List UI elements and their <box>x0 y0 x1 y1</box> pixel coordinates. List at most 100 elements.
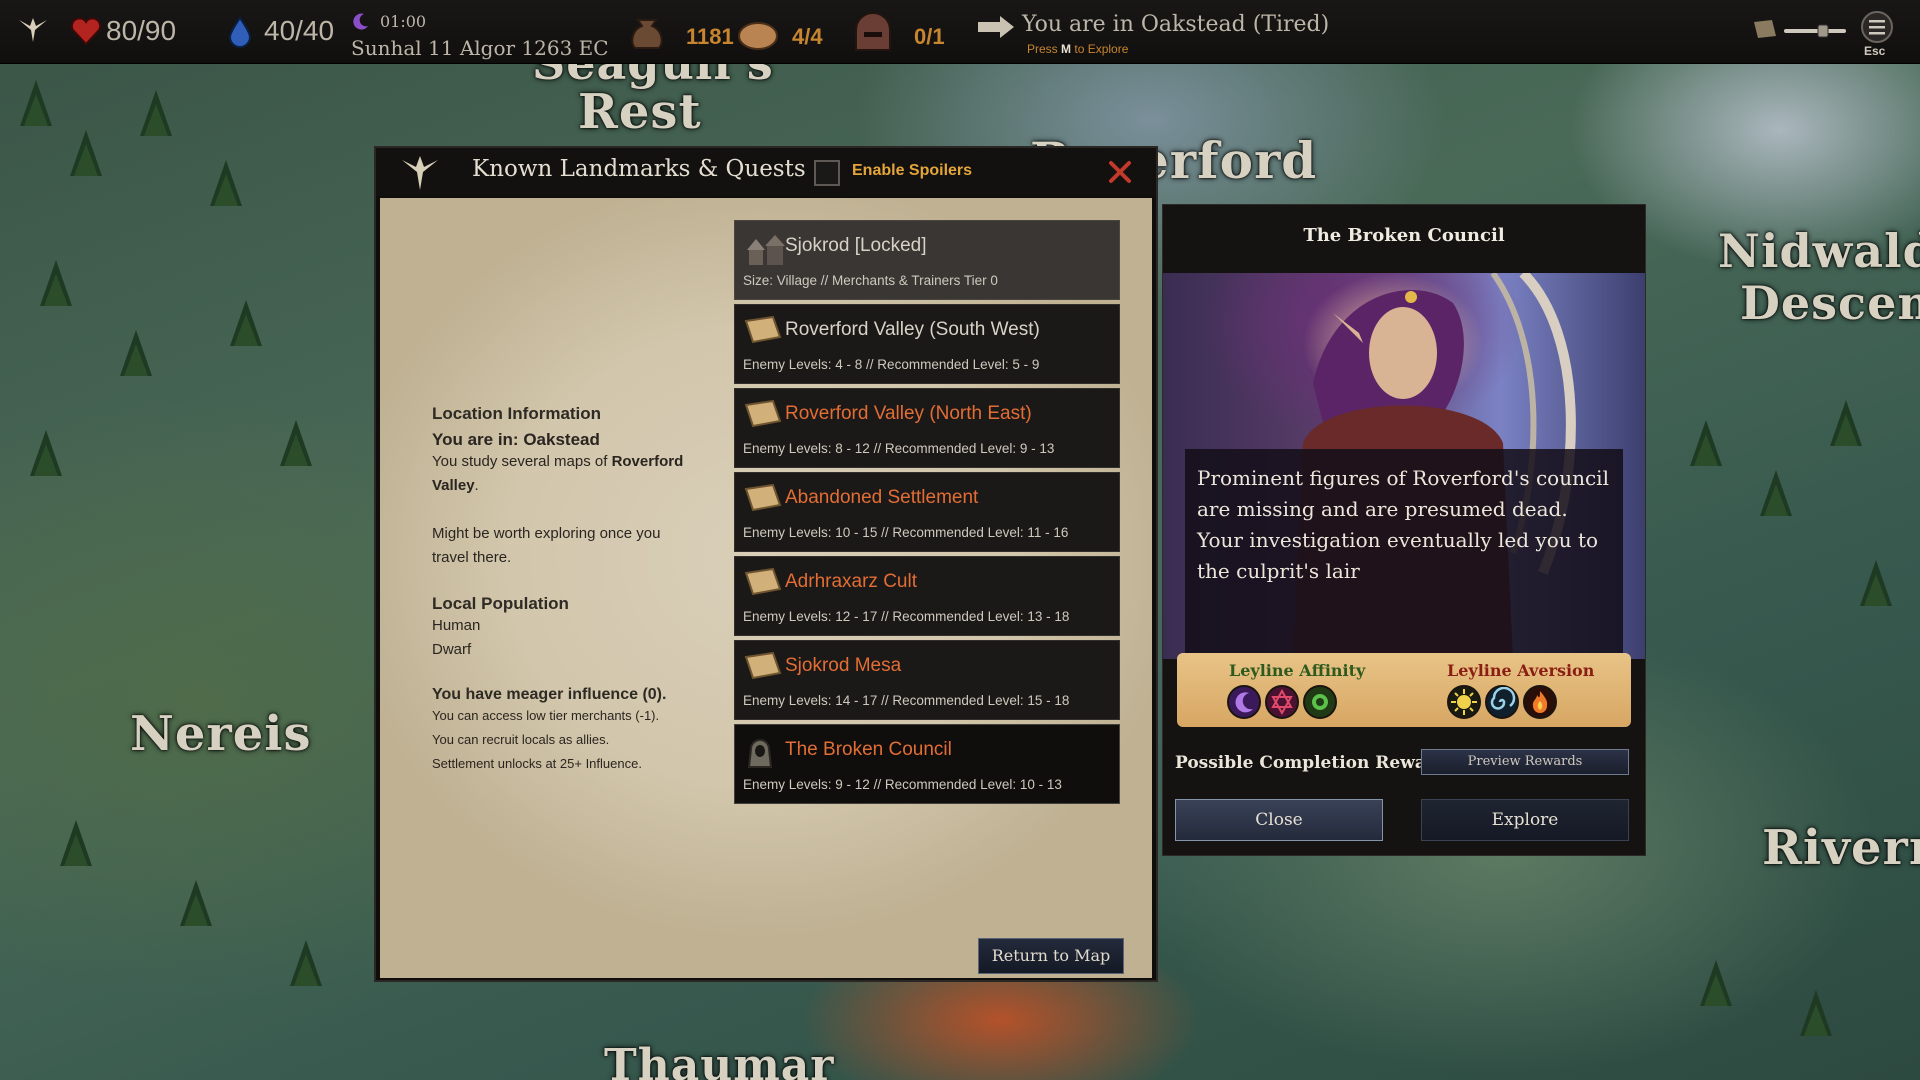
map-label-thaumar: Thaumar <box>604 1040 835 1080</box>
esc-label: Esc <box>1864 44 1886 58</box>
map-label-seagulls-rest: Rest <box>578 84 702 140</box>
gold-pouch-icon <box>626 12 668 52</box>
hooded-figure-icon <box>743 735 775 768</box>
moon-phase-icon <box>352 12 370 30</box>
tree-decoration <box>210 160 242 206</box>
leyline-affinity-bar: Leyline Affinity Leyline Aversion <box>1177 653 1631 727</box>
moon-icon[interactable] <box>1227 685 1261 719</box>
tree-decoration <box>1760 470 1792 516</box>
landmark-details: Enemy Levels: 8 - 12 // Recommended Leve… <box>743 441 1055 456</box>
wind-swirl-icon[interactable] <box>1485 685 1519 719</box>
panel-header: Known Landmarks & Quests Enable Spoilers <box>376 148 1156 196</box>
tree-decoration <box>1800 990 1832 1036</box>
food-bread-icon <box>736 14 780 52</box>
tree-decoration <box>40 260 72 306</box>
tree-decoration <box>230 300 262 346</box>
nature-icon[interactable] <box>1303 685 1337 719</box>
scroll-map-icon <box>743 567 782 596</box>
enable-spoilers-label[interactable]: Enable Spoilers <box>852 162 972 180</box>
study-prefix: You study several maps of <box>432 453 608 470</box>
landmark-item-the-broken-council[interactable]: The Broken Council Enemy Levels: 9 - 12 … <box>734 724 1120 804</box>
enable-spoilers-checkbox[interactable] <box>814 160 840 186</box>
parchment-body: Location Information You are in: Oakstea… <box>380 198 1152 978</box>
influence-note: You can recruit locals as allies. <box>432 732 610 747</box>
zoom-slider[interactable] <box>1782 24 1848 38</box>
date-display: Sunhal 11 Algor 1263 EC <box>351 36 609 60</box>
health-icon <box>70 16 102 46</box>
tree-decoration <box>1860 560 1892 606</box>
tree-decoration <box>280 420 312 466</box>
map-label-nidwalds-descent: Nidwald's <box>1718 224 1920 278</box>
tree-decoration <box>120 330 152 376</box>
landmark-details: Enemy Levels: 14 - 17 // Recommended Lev… <box>743 693 1070 708</box>
food-value: 4/4 <box>792 24 823 49</box>
map-label-nidwalds-descent: Descent <box>1740 276 1920 330</box>
quest-description: Prominent figures of Roverford's council… <box>1197 466 1609 583</box>
time-display: 01:00 <box>380 12 427 31</box>
hexagram-icon[interactable] <box>1265 685 1299 719</box>
health-value: 80/90 <box>106 15 177 46</box>
mana-value: 40/40 <box>264 15 335 46</box>
landmark-name: Adrhraxarz Cult <box>785 571 917 592</box>
tree-decoration <box>1700 960 1732 1006</box>
influence-note: Settlement unlocks at 25+ Influence. <box>432 756 642 771</box>
current-location-line: You are in: Oakstead <box>432 430 694 450</box>
scroll-map-icon <box>743 399 782 428</box>
quest-title: The Broken Council <box>1303 225 1505 246</box>
explore-hint: Press M to Explore <box>1027 42 1128 56</box>
population-entry: Human <box>432 617 481 634</box>
landmark-details: Enemy Levels: 12 - 17 // Recommended Lev… <box>743 609 1070 624</box>
tree-decoration <box>60 820 92 866</box>
landmark-item-sjokrod[interactable]: Sjokrod [Locked] Size: Village // Mercha… <box>734 220 1120 300</box>
tree-decoration <box>30 430 62 476</box>
landmark-item-abandoned-settlement[interactable]: Abandoned Settlement Enemy Levels: 10 - … <box>734 472 1120 552</box>
map-label-rivermouth: Riverm <box>1762 820 1920 876</box>
mana-icon <box>226 16 254 48</box>
location-arrow-icon <box>976 14 1016 40</box>
bird-emblem-icon <box>398 152 442 198</box>
return-to-map-button[interactable]: Return to Map <box>978 938 1124 974</box>
explore-button[interactable]: Explore <box>1421 799 1629 841</box>
top-status-bar: 80/90 40/40 01:00 Sunhal 11 Algor 1263 E… <box>0 0 1920 64</box>
preview-rewards-button[interactable]: Preview Rewards <box>1421 749 1629 775</box>
explore-hint-suffix: to Explore <box>1074 42 1129 56</box>
landmark-item-sjokrod-mesa[interactable]: Sjokrod Mesa Enemy Levels: 14 - 17 // Re… <box>734 640 1120 720</box>
map-label-nereis: Nereis <box>130 706 312 762</box>
tree-decoration <box>1830 400 1862 446</box>
close-button[interactable]: Close <box>1175 799 1383 841</box>
bird-emblem-icon[interactable] <box>16 14 50 48</box>
landmark-name: Sjokrod Mesa <box>785 655 902 676</box>
leyline-affinity-label: Leyline Affinity <box>1229 661 1366 680</box>
landmark-name: Abandoned Settlement <box>785 487 979 508</box>
tree-decoration <box>70 130 102 176</box>
scroll-map-icon <box>743 315 782 344</box>
influence-note: You can access low tier merchants (-1). <box>432 708 660 723</box>
close-icon[interactable] <box>1106 158 1134 186</box>
leyline-aversion-label: Leyline Aversion <box>1447 661 1595 680</box>
landmark-details: Size: Village // Merchants & Trainers Ti… <box>743 273 998 288</box>
landmark-item-roverford-valley-south-west[interactable]: Roverford Valley (South West) Enemy Leve… <box>734 304 1120 384</box>
party-value: 0/1 <box>914 24 945 49</box>
landmark-details: Enemy Levels: 4 - 8 // Recommended Level… <box>743 357 1040 372</box>
landmark-item-roverford-valley-north-east[interactable]: Roverford Valley (North East) Enemy Leve… <box>734 388 1120 468</box>
tree-decoration <box>20 80 52 126</box>
explore-hint-prefix: Press <box>1027 42 1058 56</box>
landmark-name: Roverford Valley (South West) <box>785 319 1040 340</box>
location-info-heading: Location Information <box>432 404 602 423</box>
quest-detail-panel: The Broken Council Prominent figures of … <box>1162 204 1646 856</box>
completion-rewards-label: Possible Completion Rewards <box>1175 753 1457 773</box>
explore-note: Might be worth exploring once you travel… <box>432 525 661 566</box>
menu-hamburger-icon[interactable] <box>1860 10 1894 44</box>
explore-hint-key: M <box>1061 42 1072 56</box>
tree-decoration <box>140 90 172 136</box>
location-information: Location Information You are in: Oakstea… <box>432 404 694 776</box>
population-heading: Local Population <box>432 594 569 613</box>
landmark-name: The Broken Council <box>785 739 952 760</box>
sun-icon[interactable] <box>1447 685 1481 719</box>
tree-decoration <box>180 880 212 926</box>
landmarks-quests-panel: Known Landmarks & Quests Enable Spoilers… <box>374 146 1158 982</box>
landmark-item-adrhraxarz-cult[interactable]: Adrhraxarz Cult Enemy Levels: 12 - 17 //… <box>734 556 1120 636</box>
landmark-details: Enemy Levels: 10 - 15 // Recommended Lev… <box>743 525 1069 540</box>
fire-icon[interactable] <box>1523 685 1557 719</box>
landmark-name: Roverford Valley (North East) <box>785 403 1032 424</box>
